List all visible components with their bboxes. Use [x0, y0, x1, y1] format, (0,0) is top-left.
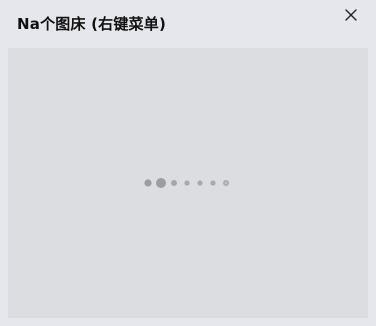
image-preview-area	[8, 48, 368, 318]
close-icon	[345, 9, 357, 21]
loading-dots-icon	[144, 178, 229, 188]
close-button[interactable]	[341, 5, 361, 25]
title-bar: Na个图床 (右键菜单)	[0, 0, 376, 46]
app-window: Na个图床 (右键菜单)	[0, 0, 376, 326]
loading-dot	[184, 180, 190, 186]
loading-dot	[156, 178, 166, 188]
loading-dot	[210, 180, 216, 186]
loading-dot	[171, 180, 177, 186]
loading-dot	[197, 180, 203, 186]
loading-dot	[144, 179, 152, 187]
window-title: Na个图床 (右键菜单)	[17, 15, 167, 33]
